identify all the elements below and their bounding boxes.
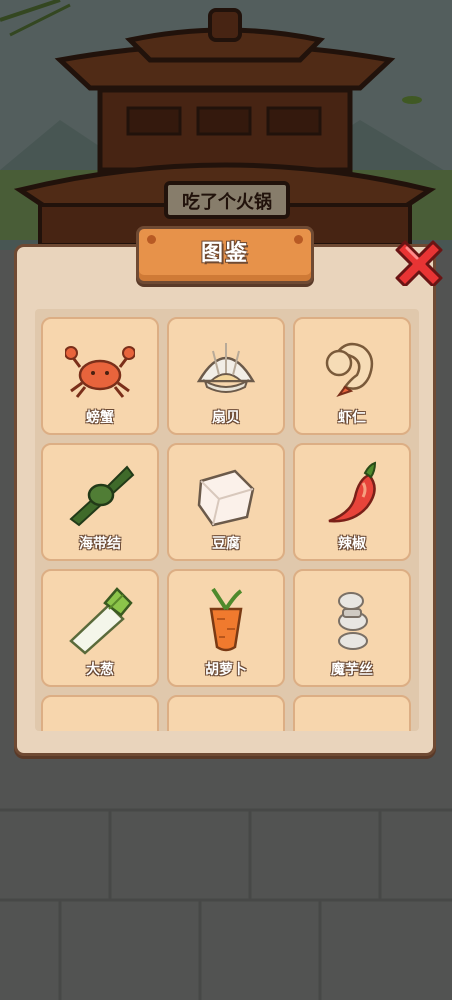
kelp-knot-icon <box>69 465 135 527</box>
item-label: 虾仁 <box>338 410 366 426</box>
item-label: 辣椒 <box>338 536 366 552</box>
carrot-icon <box>209 587 243 652</box>
item-label: 豆腐 <box>212 536 240 552</box>
item-card-crab[interactable]: 螃蟹 <box>41 317 159 435</box>
item-label: 螃蟹 <box>86 410 114 426</box>
item-label: 大葱 <box>86 662 114 678</box>
close-icon[interactable] <box>395 238 443 286</box>
item-card-partial[interactable] <box>293 695 411 731</box>
item-card-partial[interactable] <box>41 695 159 731</box>
item-label: 魔芋丝 <box>331 662 373 678</box>
tofu-icon <box>197 469 255 527</box>
scallion-icon <box>69 587 133 655</box>
item-card-scallion[interactable]: 大葱 <box>41 569 159 687</box>
item-card-tofu[interactable]: 豆腐 <box>167 443 285 561</box>
item-card-shrimp[interactable]: 虾仁 <box>293 317 411 435</box>
item-card-scallop[interactable]: 扇贝 <box>167 317 285 435</box>
item-card-chili[interactable]: 辣椒 <box>293 443 411 561</box>
konjac-noodle-icon <box>338 592 368 650</box>
item-label: 海带结 <box>79 536 121 552</box>
dialog-title-plate: 图鉴 <box>136 226 314 284</box>
item-card-konjac[interactable]: 魔芋丝 <box>293 569 411 687</box>
chili-pepper-icon <box>328 461 377 523</box>
encyclopedia-panel: 螃蟹 扇贝 虾仁 海带结 豆腐 辣椒 大葱 胡萝卜 魔芋丝 <box>14 244 436 756</box>
dialog-title: 图鉴 <box>200 241 249 266</box>
item-card-carrot[interactable]: 胡萝卜 <box>167 569 285 687</box>
shrimp-icon <box>325 342 374 397</box>
item-card-partial[interactable] <box>167 695 285 731</box>
item-grid[interactable]: 螃蟹 扇贝 虾仁 海带结 豆腐 辣椒 大葱 胡萝卜 魔芋丝 <box>35 309 419 731</box>
item-label: 胡萝卜 <box>205 662 247 678</box>
item-card-kelp-knot[interactable]: 海带结 <box>41 443 159 561</box>
scallop-icon <box>196 343 256 393</box>
item-label: 扇贝 <box>212 410 240 426</box>
crab-icon <box>65 346 135 398</box>
